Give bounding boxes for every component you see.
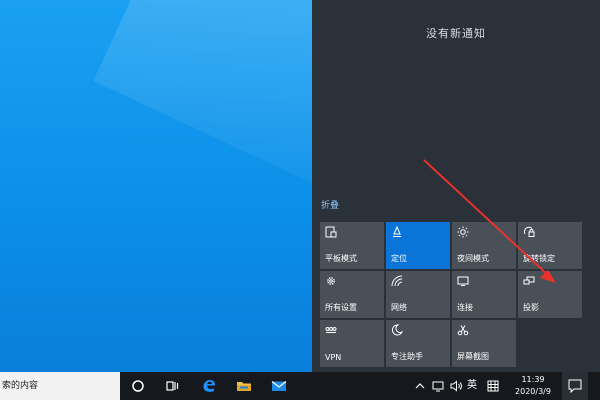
volume-icon[interactable] [450,379,463,398]
system-clock[interactable]: 11:39 2020/3/9 [510,374,556,398]
project-icon [523,275,535,287]
tile-label: 定位 [391,254,407,263]
tile-rotation-lock[interactable]: 旋转锁定 [518,222,582,269]
clock-date: 2020/3/9 [515,387,551,396]
tile-location[interactable]: 定位 [386,222,450,269]
connect-icon [457,275,469,287]
moon-icon [391,324,404,336]
clock-time: 11:39 [521,375,545,384]
tile-tablet-mode[interactable]: 平板模式 [320,222,384,269]
tile-label: 所有设置 [325,303,357,312]
brightness-icon [457,226,469,238]
location-icon [391,225,403,238]
tile-label: 连接 [457,303,473,312]
snip-icon [457,324,469,336]
rotation-lock-icon [523,226,535,238]
network-status-icon[interactable] [432,379,444,398]
tile-night-mode[interactable]: 夜间模式 [452,222,516,269]
tile-label: 专注助手 [391,352,423,361]
search-input[interactable]: 索的内容 [0,372,120,400]
task-view-icon[interactable] [164,378,180,394]
tile-label: VPN [325,353,342,362]
ime-mode-icon[interactable] [487,379,499,398]
tile-label: 平板模式 [325,254,357,263]
tile-screen-snip[interactable]: 屏幕截图 [452,320,516,367]
vpn-icon [325,324,337,336]
mail-icon[interactable] [271,378,287,394]
tile-label: 网络 [391,303,407,312]
notification-icon [568,379,582,394]
no-notifications-text: 没有新通知 [426,27,486,40]
screen: 没有新通知 折叠 平板模式 定位 夜间模式 旋转锁定 所有设置 网络 连接 投影… [0,0,600,400]
quick-actions-grid: 平板模式 定位 夜间模式 旋转锁定 所有设置 网络 连接 投影 VPN 专注助手… [320,222,582,367]
tile-label: 旋转锁定 [523,254,555,263]
desktop-background[interactable] [0,0,312,372]
tile-label: 屏幕截图 [457,352,489,361]
tile-connect[interactable]: 连接 [452,271,516,318]
cortana-icon[interactable] [130,378,146,394]
taskbar: 索的内容 英 11:39 2020/3/9 [0,372,600,400]
tile-project[interactable]: 投影 [518,271,582,318]
gear-icon [325,275,337,287]
network-icon [391,275,403,287]
tile-all-settings[interactable]: 所有设置 [320,271,384,318]
collapse-link[interactable]: 折叠 [321,198,339,211]
tile-network[interactable]: 网络 [386,271,450,318]
action-center: 没有新通知 折叠 平板模式 定位 夜间模式 旋转锁定 所有设置 网络 连接 投影… [312,0,600,372]
tile-label: 投影 [523,303,539,312]
action-center-button[interactable] [562,372,588,400]
wallpaper-light-beam [93,0,312,259]
tile-focus-assist[interactable]: 专注助手 [386,320,450,367]
tablet-mode-icon [325,226,337,238]
tile-label: 夜间模式 [457,254,489,263]
file-explorer-icon[interactable] [236,378,252,394]
input-method-indicator[interactable]: 英 [467,379,477,393]
tile-vpn[interactable]: VPN [320,320,384,367]
edge-browser-icon[interactable] [201,378,217,394]
chevron-up-icon[interactable] [415,379,425,398]
